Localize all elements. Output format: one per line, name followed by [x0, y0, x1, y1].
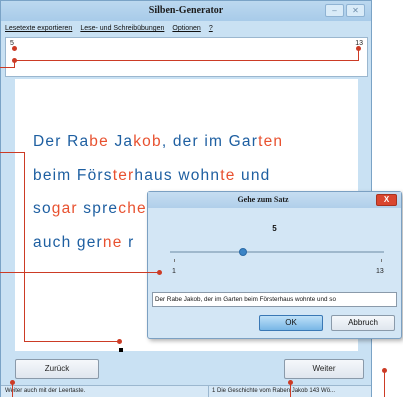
dialog-title: Gehe zum Satz: [237, 195, 289, 204]
slider-tick-max: [381, 259, 382, 262]
back-button[interactable]: Zurück: [15, 359, 99, 379]
text-line-3: sogar spreche: [33, 200, 147, 218]
highlighted-syllable: gar: [51, 200, 78, 217]
text-segment: , der im Gar: [161, 133, 259, 150]
highlighted-syllable: te: [220, 167, 236, 184]
sentence-number: 5: [272, 224, 277, 233]
text-segment: spre: [77, 200, 119, 217]
callout-dot-next: [382, 368, 387, 373]
close-button[interactable]: ✕: [346, 4, 365, 17]
minimize-button[interactable]: –: [325, 4, 344, 17]
text-line-2: beim Försterhaus wohnte und: [33, 167, 270, 185]
highlighted-syllable: ten: [258, 133, 284, 150]
callout-line-text-h: [0, 152, 24, 153]
dialog-close-button[interactable]: X: [376, 194, 397, 206]
callout-line-next: [384, 370, 385, 397]
sentence-slider[interactable]: [170, 248, 384, 256]
callout-line-text-v: [24, 152, 25, 342]
menu-options[interactable]: Optionen: [172, 21, 200, 36]
text-segment: Ja: [108, 133, 134, 150]
ok-button[interactable]: OK: [259, 315, 323, 331]
callout-line-ruler-h: [0, 67, 14, 68]
text-line-4: auch gerne r: [33, 234, 134, 252]
callout-dot-cursor: [117, 339, 122, 344]
callout-dot-slider: [157, 270, 162, 275]
callout-line-slider: [0, 272, 160, 273]
dialog-title-bar: Gehe zum Satz X: [148, 192, 401, 208]
window-controls: – ✕: [325, 4, 365, 17]
highlighted-syllable: ter: [112, 167, 135, 184]
callout-line-cursor-h: [24, 341, 120, 342]
window-title: Silben-Generator: [148, 5, 224, 16]
sentence-ruler[interactable]: 5 13: [5, 37, 368, 77]
menu-exercises[interactable]: Lese- und Schreibübungen: [80, 21, 164, 36]
slider-min-label: 1: [172, 268, 176, 275]
next-button[interactable]: Weiter: [284, 359, 364, 379]
status-hint: Weiter auch mit der Leertaste.: [5, 388, 86, 394]
slider-thumb[interactable]: [239, 248, 247, 256]
goto-sentence-dialog: Gehe zum Satz X 5 1 13 Der Rabe Jakob, d…: [147, 191, 402, 339]
menu-bar: Lesetexte exportieren Lese- und Schreibü…: [1, 21, 371, 36]
highlighted-syllable: be: [89, 133, 109, 150]
slider-tick-min: [174, 259, 175, 262]
title-bar: Silben-Generator – ✕: [1, 1, 371, 21]
menu-export[interactable]: Lesetexte exportieren: [5, 21, 72, 36]
highlighted-syllable: che: [118, 200, 147, 217]
menu-help[interactable]: ?: [209, 21, 213, 36]
callout-dot-ruler-min: [12, 46, 17, 51]
sentence-preview-field[interactable]: Der Rabe Jakob, der im Garten beim Först…: [152, 292, 397, 307]
status-bar: Weiter auch mit der Leertaste. 1 Die Ges…: [1, 385, 371, 397]
text-segment: beim Förs: [33, 167, 113, 184]
slider-max-label: 13: [376, 268, 384, 275]
text-segment: haus wohn: [134, 167, 221, 184]
text-line-1: Der Rabe Jakob, der im Garten: [33, 133, 283, 151]
callout-dot-ruler-right: [356, 46, 361, 51]
text-segment: Der Ra: [33, 133, 90, 150]
text-segment: auch ger: [33, 234, 103, 251]
text-segment: so: [33, 200, 52, 217]
cancel-button[interactable]: Abbruch: [331, 315, 395, 331]
callout-line-ruler-top: [14, 60, 358, 61]
highlighted-syllable: ne: [102, 234, 123, 251]
callout-dot-status-right: [288, 380, 293, 385]
text-segment: r: [122, 234, 135, 251]
callout-dot-status-left: [10, 380, 15, 385]
text-cursor-marker: [119, 348, 123, 352]
highlighted-syllable: kob: [133, 133, 162, 150]
text-segment: und: [235, 167, 271, 184]
